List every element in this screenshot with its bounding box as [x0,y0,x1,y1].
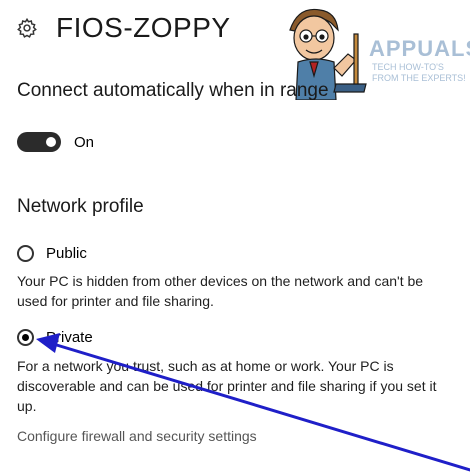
private-radio-button[interactable] [17,329,34,346]
toggle-knob [46,137,56,147]
public-description: Your PC is hidden from other devices on … [17,273,424,309]
radio-selected-dot [22,334,29,341]
radio-option-private[interactable]: Private [17,329,93,346]
page-header: FIOS-ZOPPY [16,8,231,48]
private-description: For a network you trust, such as at home… [17,358,437,414]
watermark-name: APPUALS [369,36,470,61]
toggle-state-label: On [74,133,95,151]
network-profile-heading: Network profile [17,196,144,217]
configure-firewall-link[interactable]: Configure firewall and security settings [17,428,257,444]
private-radio-label: Private [46,329,93,346]
public-radio-label: Public [46,245,87,262]
watermark-tagline: TECH HOW-TO'S FROM THE EXPERTS! [372,62,466,83]
auto-connect-heading: Connect automatically when in range [17,80,329,101]
public-radio-button[interactable] [17,245,34,262]
page-title: FIOS-ZOPPY [56,12,231,43]
auto-connect-toggle-row: On [17,132,94,152]
radio-option-public[interactable]: Public [17,245,87,262]
gear-icon [17,17,37,38]
auto-connect-toggle[interactable] [17,132,61,152]
